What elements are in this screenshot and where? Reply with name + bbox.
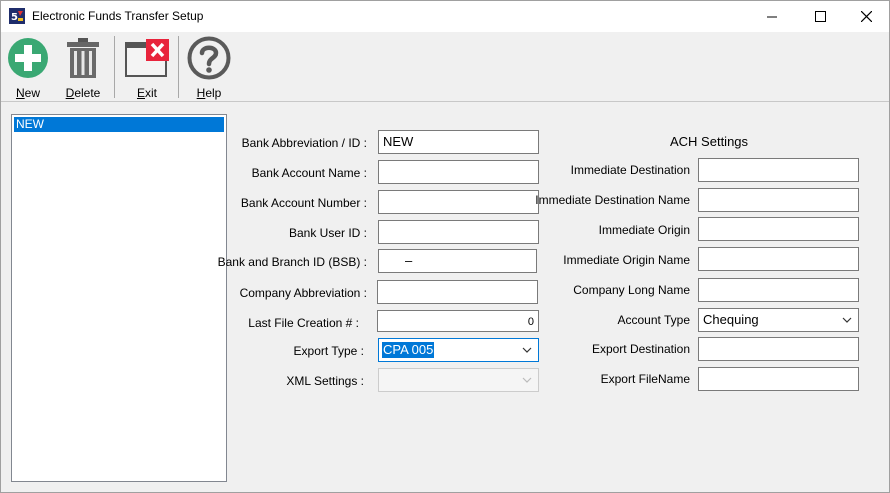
help-button[interactable]: Help (186, 36, 232, 100)
close-icon (860, 11, 872, 22)
export-filename-input[interactable] (698, 367, 859, 391)
chevron-down-icon (522, 347, 532, 353)
exit-button[interactable]: Exit (123, 36, 171, 100)
company-abbrev-input[interactable] (377, 280, 538, 304)
help-label: Help (196, 86, 222, 100)
immediate-destination-input[interactable] (698, 158, 859, 182)
list-item[interactable]: NEW (14, 117, 224, 132)
export-type-select[interactable]: CPA 005 (378, 338, 539, 362)
account-type-label: Account Type (617, 313, 691, 327)
immediate-destination-label: Immediate Destination (570, 163, 690, 177)
main-window: 5 Electronic Funds Transfer Setup New De… (0, 0, 890, 493)
immediate-destination-name-input[interactable] (698, 188, 859, 212)
new-label: New (15, 86, 40, 100)
bank-account-name-label: Bank Account Name : (251, 166, 367, 180)
delete-label: Delete (65, 86, 101, 100)
company-long-name-label: Company Long Name (573, 283, 690, 297)
close-button[interactable] (843, 1, 889, 32)
export-destination-input[interactable] (698, 337, 859, 361)
xml-settings-select[interactable] (378, 368, 539, 392)
immediate-origin-name-input[interactable] (698, 247, 859, 271)
ach-settings-title: ACH Settings (670, 134, 749, 149)
minimize-button[interactable] (749, 1, 795, 32)
window-title: Electronic Funds Transfer Setup (32, 9, 204, 23)
bank-account-number-label: Bank Account Number : (240, 196, 367, 210)
app-logo-icon: 5 (9, 8, 25, 24)
maximize-icon (814, 11, 826, 22)
xml-settings-label: XML Settings : (286, 374, 364, 388)
new-button[interactable]: New (5, 36, 51, 100)
delete-button[interactable]: Delete (61, 36, 105, 100)
immediate-origin-label: Immediate Origin (598, 223, 690, 237)
bsb-label: Bank and Branch ID (BSB) : (217, 255, 367, 269)
company-long-name-input[interactable] (698, 278, 859, 302)
exit-label: Exit (136, 86, 157, 100)
export-destination-label: Export Destination (591, 342, 690, 356)
bank-user-id-input[interactable] (378, 220, 539, 244)
maximize-button[interactable] (797, 1, 843, 32)
export-type-label: Export Type : (293, 344, 364, 358)
account-type-select[interactable]: Chequing (698, 308, 859, 332)
window-close-icon (125, 39, 169, 77)
immediate-origin-name-label: Immediate Origin Name (563, 253, 690, 267)
bank-list[interactable]: NEW (11, 114, 227, 482)
toolbar-separator (114, 36, 115, 98)
immediate-origin-input[interactable] (698, 217, 859, 241)
bank-user-id-label: Bank User ID : (288, 226, 367, 240)
bank-abbrev-label: Bank Abbreviation / ID : (241, 136, 367, 150)
minimize-icon (766, 16, 777, 18)
immediate-destination-name-label: Immediate Destination Name (535, 193, 690, 207)
bank-account-name-input[interactable] (378, 160, 539, 184)
toolbar: New Delete Exit Help (1, 32, 889, 102)
bank-abbrev-input[interactable]: NEW (378, 130, 539, 154)
bank-account-number-input[interactable] (378, 190, 539, 214)
last-file-label: Last File Creation # : (248, 316, 359, 330)
plus-circle-icon (8, 38, 48, 78)
account-type-value: Chequing (703, 312, 759, 327)
question-circle-icon (187, 36, 231, 80)
company-abbrev-label: Company Abbreviation : (239, 286, 367, 300)
export-filename-label: Export FileName (600, 372, 690, 386)
title-bar: 5 Electronic Funds Transfer Setup (1, 1, 889, 32)
bsb-input[interactable]: – (378, 249, 537, 273)
chevron-down-icon (842, 317, 852, 323)
chevron-down-icon (522, 377, 532, 383)
export-type-value: CPA 005 (382, 342, 435, 358)
svg-text:5: 5 (11, 12, 18, 23)
last-file-input[interactable]: 0 (377, 310, 539, 332)
toolbar-separator (178, 36, 179, 98)
trash-can-icon (67, 38, 99, 78)
